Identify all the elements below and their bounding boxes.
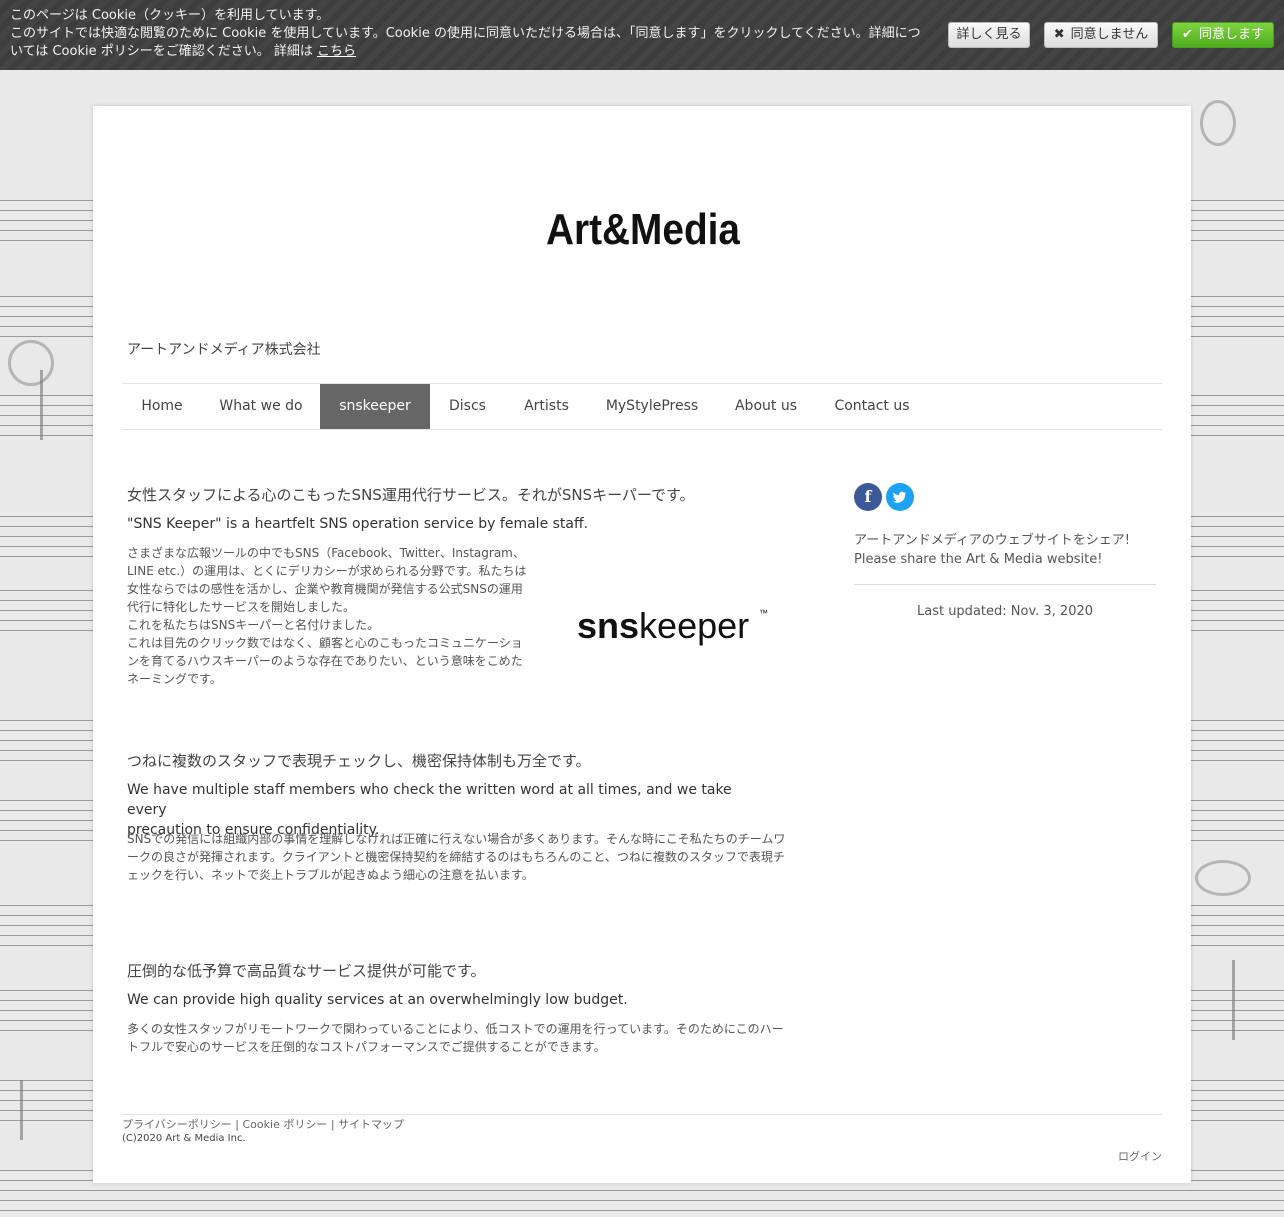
section3-body-line: トフルで安心のサービスを圧倒的なコストパフォーマンスでご提供することができます。 [127,1040,606,1054]
cookie-agree-button[interactable]: ✔ 同意します [1172,22,1274,48]
sidebar-divider [854,584,1156,585]
section2-body-line: SNSでの発信には組織内部の事情を理解しなければ正確に行えない場合が多くあります… [127,832,786,846]
check-icon: ✔ [1182,27,1193,42]
cookie-more-label: 詳しく見る [956,27,1022,42]
footer-divider [122,1114,1162,1115]
share-text: アートアンドメディアのウェブサイトをシェア! Please share the … [854,531,1130,569]
footer-separator: | [235,1118,239,1131]
nav-item-snskeeper[interactable]: snskeeper [320,384,430,429]
snskeeper-logo-rest: keeper [639,605,749,646]
nav-item-about-us[interactable]: About us [716,384,816,429]
section1-body-line: 女性ならではの感性を活かし、企業や教育機関が発信する公式SNSの運用 [127,582,523,596]
cookie-message: このページは Cookie（クッキー）を利用しています。 このサイトでは快適な閲… [10,7,930,61]
footer-separator: | [330,1118,335,1131]
nav-item-home[interactable]: Home [122,384,202,429]
nav-item-discs[interactable]: Discs [430,384,505,429]
section1-body-line: ネーミングです。 [127,672,222,686]
nav-item-mystylepress[interactable]: MyStylePress [588,384,716,429]
page-card: Art&Media アートアンドメディア株式会社 Home What we do… [93,106,1191,1183]
share-buttons: f [854,483,914,513]
main-nav: Home What we do snskeeper Discs Artists … [122,383,1162,430]
snskeeper-logo: snskeeper ™ [577,605,768,646]
section2-body: SNSでの発信には組織内部の事情を理解しなければ正確に行えない場合が多くあります… [127,830,797,884]
logo-text: Art&Media [546,205,740,250]
privacy-policy-link[interactable]: プライバシーポリシー [122,1118,232,1131]
section1-body-line: さまざまな広報ツールの中でもSNS（Facebook、Twitter、Insta… [127,546,525,560]
section1-body-line: LINE etc.）の運用は、とくにデリカシーが求められる分野です。私たちは [127,564,527,578]
section2-body-line: ークの良さが発揮されます。クライアントと機密保持契約を締結するのはもちろんのこと… [127,850,785,864]
sitemap-link[interactable]: サイトマップ [338,1118,404,1131]
twitter-icon[interactable] [886,483,914,511]
cookie-message-line1: このページは Cookie（クッキー）を利用しています。 [10,8,330,23]
share-text-ja: アートアンドメディアのウェブサイトをシェア! [854,533,1131,548]
section2-heading-en-line1: We have multiple staff members who check… [127,782,732,818]
section3-heading-ja: 圧倒的な低予算で高品質なサービス提供が可能です。 [127,962,486,980]
cookie-message-line2: このサイトでは快適な閲覧のために Cookie を使用しています。Cookie … [10,26,921,41]
art-media-logo[interactable]: Art&Media [546,204,740,250]
nav-item-artists[interactable]: Artists [505,384,588,429]
section3-body: 多くの女性スタッフがリモートワークで関わっていることにより、低コストでの運用を行… [127,1020,797,1056]
footer-links: プライバシーポリシー | Cookie ポリシー | サイトマップ [122,1116,404,1132]
cookie-message-line3: いては Cookie ポリシーをご確認ください。 詳細は [10,44,313,59]
section2-heading-ja: つねに複数のスタッフで表現チェックし、機密保持体制も万全です。 [127,752,591,770]
cookie-deny-label: 同意しません [1070,27,1149,42]
last-updated: Last updated: Nov. 3, 2020 [916,604,1094,619]
close-icon: ✖ [1053,27,1065,42]
nav-item-what-we-do[interactable]: What we do [202,384,320,429]
trademark-mark: ™ [759,608,768,618]
cookie-more-button[interactable]: 詳しく見る [948,22,1030,48]
copyright: (C)2020 Art & Media Inc. [122,1133,246,1144]
section3-heading-en: We can provide high quality services at … [127,992,628,1008]
section1-body-line: ンを育てるハウスキーパーのような存在でありたい、という意味をこめた [127,654,523,668]
cookie-details-link[interactable]: こちら [317,44,356,59]
section1-body-line: これを私たちはSNSキーパーと名付けました。 [127,618,380,632]
share-text-en: Please share the Art & Media website! [854,552,1103,567]
section3-body-line: 多くの女性スタッフがリモートワークで関わっていることにより、低コストでの運用を行… [127,1022,784,1036]
cookie-banner: このページは Cookie（クッキー）を利用しています。 このサイトでは快適な閲… [0,0,1284,70]
nav-item-contact-us[interactable]: Contact us [816,384,928,429]
section2-body-line: ェックを行い、ネットで炎上トラブルが起きぬよう細心の注意を払います。 [127,868,534,882]
section1-body-line: これは目先のクリック数ではなく、顧客と心のこもったコミュニケーショ [127,636,523,650]
section1-heading-ja: 女性スタッフによる心のこもったSNS運用代行サービス。それがSNSキーパーです。 [127,486,695,504]
section1-body: さまざまな広報ツールの中でもSNS（Facebook、Twitter、Insta… [127,544,537,688]
section1-body-line: 代行に特化したサービスを開始しました。 [127,600,356,614]
cookie-agree-label: 同意します [1198,27,1264,42]
facebook-icon[interactable]: f [854,483,882,511]
login-link[interactable]: ログイン [1118,1148,1162,1164]
section1-heading-en: "SNS Keeper" is a heartfelt SNS operatio… [127,516,589,532]
company-name: アートアンドメディア株式会社 [127,342,321,358]
snskeeper-logo-bold: sns [577,605,639,646]
cookie-policy-link[interactable]: Cookie ポリシー [243,1118,328,1131]
svg-text:snskeeper: snskeeper [577,605,749,646]
cookie-deny-button[interactable]: ✖ 同意しません [1044,22,1158,48]
